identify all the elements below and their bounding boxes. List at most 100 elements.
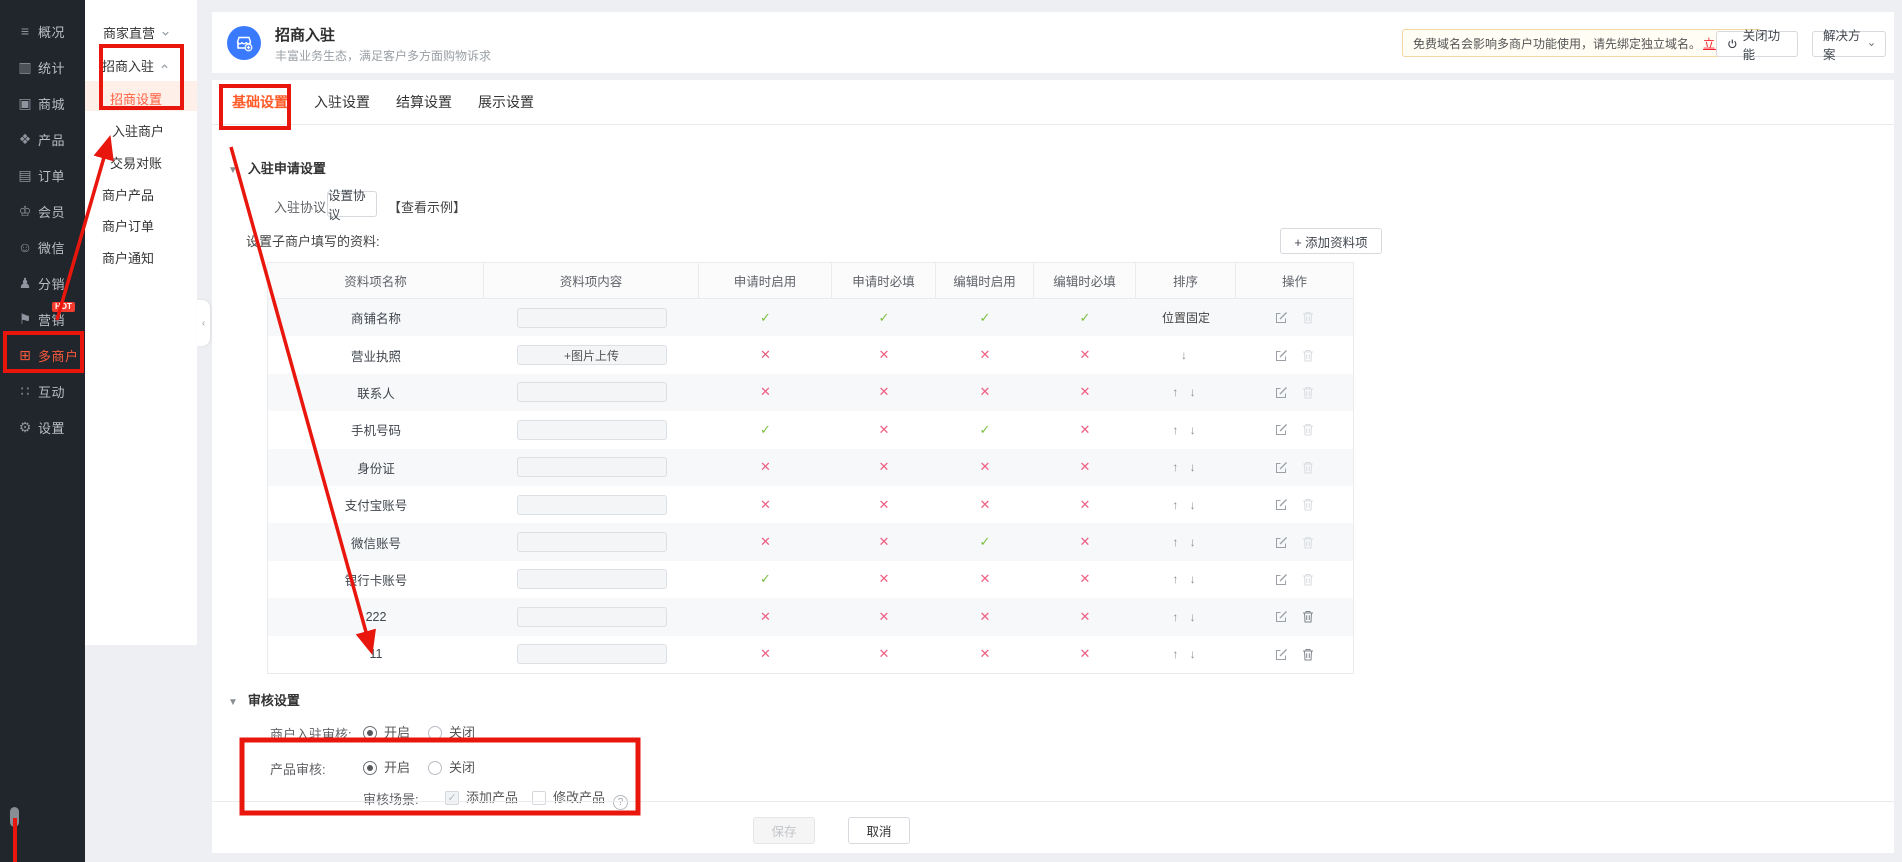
sort-controls[interactable]: ↑ ↓ xyxy=(1136,636,1236,673)
edit-icon[interactable] xyxy=(1275,311,1288,324)
material-content-input[interactable] xyxy=(516,382,667,403)
apply-enabled-flag xyxy=(760,347,771,363)
menu-item-trade-reconciliation[interactable]: 交易对账 xyxy=(110,153,162,172)
tab-entry-settings[interactable]: 入驻设置 xyxy=(314,92,370,112)
edit-icon[interactable] xyxy=(1275,349,1288,362)
menu-item-merchant-direct[interactable]: 商家直营 xyxy=(103,23,170,42)
close-feature-button[interactable]: 关闭功能 xyxy=(1716,29,1798,62)
menu-item-investment-settings[interactable]: 招商设置 xyxy=(110,89,162,108)
sort-controls[interactable]: ↑ ↓ xyxy=(1136,486,1236,523)
edit-icon[interactable] xyxy=(1275,386,1288,399)
delete-icon[interactable] xyxy=(1302,423,1314,436)
sort-fixed-label: 位置固定 xyxy=(1161,311,1210,326)
sidebar-item-distribution[interactable]: ♟ 分销 xyxy=(0,272,85,294)
store-app-icon xyxy=(227,26,261,60)
material-content-input[interactable] xyxy=(516,307,667,328)
delete-icon[interactable] xyxy=(1302,498,1314,511)
sidebar-item-multi-merchant[interactable]: ⊞ 多商户 xyxy=(0,344,85,366)
delete-icon[interactable] xyxy=(1302,648,1314,661)
sort-controls[interactable]: ↑ ↓ xyxy=(1136,374,1236,411)
solution-dropdown-button[interactable]: 解决方案 xyxy=(1812,29,1886,62)
material-content-input[interactable] xyxy=(516,532,667,553)
material-name: 银行卡账号 xyxy=(344,573,408,588)
sidebar-item-interaction[interactable]: ∷ 互动 xyxy=(0,380,85,402)
delete-icon[interactable] xyxy=(1302,386,1314,399)
sidebar-item-wechat[interactable]: ☺ 微信 xyxy=(0,236,85,258)
sort-controls[interactable]: ↑ ↓ xyxy=(1136,411,1236,448)
edit-required-flag xyxy=(1080,646,1091,662)
material-content-input[interactable] xyxy=(516,457,667,478)
sidebar-item-member[interactable]: ♔ 会员 xyxy=(0,200,85,222)
hot-badge: HOT xyxy=(52,302,75,312)
checkbox-add-product-checked[interactable] xyxy=(445,791,459,805)
collapse-menu-handle[interactable]: ‹ xyxy=(197,300,210,346)
product-icon: ❖ xyxy=(18,130,32,147)
menu-item-merchant-products[interactable]: 商户产品 xyxy=(102,185,154,204)
material-content-input[interactable] xyxy=(516,494,667,515)
tab-basic-settings[interactable]: 基础设置 xyxy=(232,92,288,112)
sidebar-item-stats[interactable]: ▥ 统计 xyxy=(0,56,85,78)
sort-controls[interactable]: ↑ ↓ xyxy=(1136,598,1236,635)
sort-controls[interactable]: ↓ xyxy=(1136,336,1236,373)
cancel-button[interactable]: 取消 xyxy=(848,817,910,844)
apply-enabled-flag xyxy=(760,571,771,587)
edit-icon[interactable] xyxy=(1275,536,1288,549)
menu-item-merchant-notices[interactable]: 商户通知 xyxy=(102,248,154,267)
delete-icon[interactable] xyxy=(1302,573,1314,586)
delete-icon[interactable] xyxy=(1302,610,1314,623)
sidebar-item-product[interactable]: ❖ 产品 xyxy=(0,128,85,150)
edit-icon[interactable] xyxy=(1275,461,1288,474)
apply-enabled-flag xyxy=(760,384,771,400)
table-row: 联系人 ↑ ↓ xyxy=(268,373,1353,412)
tab-display-settings[interactable]: 展示设置 xyxy=(478,92,534,112)
edit-enabled-flag xyxy=(980,347,991,363)
radio-on-selected[interactable] xyxy=(363,761,377,775)
sidebar-item-mall[interactable]: ▣ 商城 xyxy=(0,92,85,114)
table-row: 身份证 ↑ ↓ xyxy=(268,448,1353,486)
material-content-input[interactable] xyxy=(516,569,667,590)
set-agreement-button[interactable]: 设置协议 xyxy=(327,189,377,222)
help-question-icon[interactable]: ? xyxy=(613,795,629,810)
image-upload-box[interactable]: +图片上传 xyxy=(516,345,667,366)
material-name: 手机号码 xyxy=(350,424,401,439)
delete-icon[interactable] xyxy=(1302,349,1314,362)
radio-off[interactable] xyxy=(428,726,443,740)
sidebar-item-settings[interactable]: ⚙ 设置 xyxy=(0,416,85,438)
add-material-button[interactable]: + 添加资料项 xyxy=(1280,228,1382,254)
section-collapse-caret[interactable]: ▼ xyxy=(228,165,238,176)
edit-icon[interactable] xyxy=(1275,648,1288,661)
sidebar-item-overview[interactable]: ≡ 概况 xyxy=(0,20,85,42)
menu-item-investment-entry[interactable]: 招商入驻 xyxy=(102,56,169,75)
delete-icon[interactable] xyxy=(1302,461,1314,474)
primary-sidebar: ≡ 概况 ▥ 统计 ▣ 商城 ❖ 产品 ▤ 订单 ♔ 会员 ☺ 微信 ♟ 分销 ⚑ 营销 ⊞ 多商户… xyxy=(0,0,85,862)
view-example-link[interactable]: 【查看示例】 xyxy=(388,197,466,216)
apply-enabled-flag xyxy=(760,310,771,326)
delete-icon[interactable] xyxy=(1302,311,1314,324)
edit-icon[interactable] xyxy=(1275,498,1288,511)
apply-required-flag xyxy=(879,347,890,363)
save-button[interactable]: 保存 xyxy=(753,817,815,844)
material-content-input[interactable] xyxy=(516,419,667,440)
checkbox-edit-product[interactable] xyxy=(532,791,547,805)
material-content-input[interactable] xyxy=(516,644,667,665)
edit-icon[interactable] xyxy=(1275,610,1288,623)
sidebar-item-order[interactable]: ▤ 订单 xyxy=(0,164,85,186)
radio-on-selected[interactable] xyxy=(363,726,377,740)
tab-settlement-settings[interactable]: 结算设置 xyxy=(396,92,452,112)
apply-enabled-flag xyxy=(760,497,771,513)
edit-icon[interactable] xyxy=(1275,573,1288,586)
section-entry-application: ▼ 入驻申请设置 xyxy=(228,161,326,176)
radio-off[interactable] xyxy=(428,761,443,775)
sort-controls[interactable]: ↑ ↓ xyxy=(1136,449,1236,486)
marketing-icon: ⚑ xyxy=(18,310,32,327)
section-collapse-caret[interactable]: ▼ xyxy=(228,697,238,708)
sort-controls[interactable]: ↑ ↓ xyxy=(1136,523,1236,560)
material-content-input[interactable] xyxy=(516,606,667,627)
edit-required-flag xyxy=(1080,422,1091,438)
product-audit-label: 产品审核: xyxy=(270,762,326,777)
menu-item-merchant-orders[interactable]: 商户订单 xyxy=(102,216,154,235)
sort-controls[interactable]: ↑ ↓ xyxy=(1136,561,1236,598)
menu-item-entered-merchants[interactable]: 入驻商户 xyxy=(112,121,164,140)
delete-icon[interactable] xyxy=(1302,536,1314,549)
edit-icon[interactable] xyxy=(1275,423,1288,436)
